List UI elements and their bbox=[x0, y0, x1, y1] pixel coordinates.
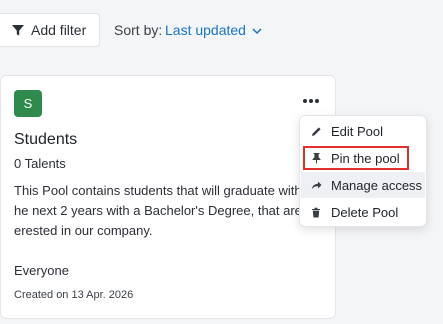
created-date: Created on 13 Apr. 2026 bbox=[14, 289, 134, 301]
sort-value-label: Last updated bbox=[165, 22, 246, 38]
menu-item-edit-pool[interactable]: Edit Pool bbox=[301, 118, 425, 144]
add-filter-label: Add filter bbox=[31, 22, 87, 38]
menu-item-label: Pin the pool bbox=[331, 150, 400, 166]
sort-dropdown[interactable]: Last updated bbox=[165, 22, 262, 38]
menu-item-manage-access[interactable]: Manage access bbox=[301, 172, 425, 198]
filter-icon bbox=[11, 23, 25, 37]
description-line: erested in our company. bbox=[14, 223, 153, 238]
description-line: This Pool contains students that will gr… bbox=[14, 183, 302, 198]
pool-title: Students bbox=[14, 131, 78, 148]
more-options-icon[interactable] bbox=[300, 93, 322, 109]
add-filter-button[interactable]: Add filter bbox=[0, 13, 100, 47]
talent-count: 0 Talents bbox=[14, 156, 66, 171]
description-line: he next 2 years with a Bachelor's Degree… bbox=[14, 203, 302, 218]
menu-item-label: Manage access bbox=[331, 177, 423, 193]
pencil-icon bbox=[310, 125, 322, 137]
menu-item-label: Delete Pool bbox=[331, 204, 399, 220]
menu-item-pin-pool[interactable]: Pin the pool bbox=[301, 145, 425, 171]
pool-options-menu: Edit Pool Pin the pool Manage access Del… bbox=[299, 115, 427, 227]
share-arrow-icon bbox=[310, 179, 322, 191]
pin-icon bbox=[310, 152, 322, 164]
trash-icon bbox=[310, 206, 322, 218]
chevron-down-icon bbox=[252, 22, 262, 38]
pool-audience: Everyone bbox=[14, 263, 69, 278]
menu-item-delete-pool[interactable]: Delete Pool bbox=[301, 199, 425, 225]
pool-avatar: S bbox=[14, 90, 42, 117]
pool-description: This Pool contains students that will gr… bbox=[14, 181, 336, 241]
menu-item-label: Edit Pool bbox=[331, 123, 384, 139]
sort-by-label: Sort by: bbox=[114, 22, 163, 38]
